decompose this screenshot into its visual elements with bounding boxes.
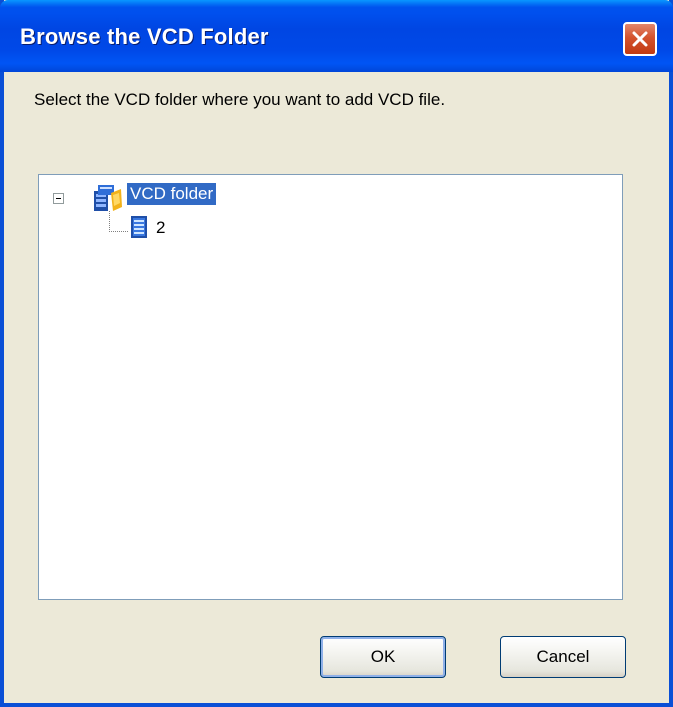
disc-file-icon [131, 216, 147, 238]
dialog-window: Browse the VCD Folder Select the VCD fol… [0, 0, 673, 707]
vcd-folder-icon [94, 185, 122, 211]
window-title: Browse the VCD Folder [20, 24, 269, 49]
collapse-toggle[interactable] [53, 193, 64, 204]
close-icon [632, 31, 648, 47]
cancel-button[interactable]: Cancel [500, 636, 626, 678]
instruction-text: Select the VCD folder where you want to … [34, 90, 446, 109]
folder-tree[interactable]: VCD folder 2 [38, 174, 623, 600]
close-button[interactable] [623, 22, 657, 56]
tree-node-2[interactable]: 2 [153, 217, 168, 239]
ok-button[interactable]: OK [320, 636, 446, 678]
title-bar[interactable]: Browse the VCD Folder [0, 0, 673, 72]
tree-connector [109, 211, 128, 232]
tree-node-vcd-folder[interactable]: VCD folder [127, 183, 217, 205]
